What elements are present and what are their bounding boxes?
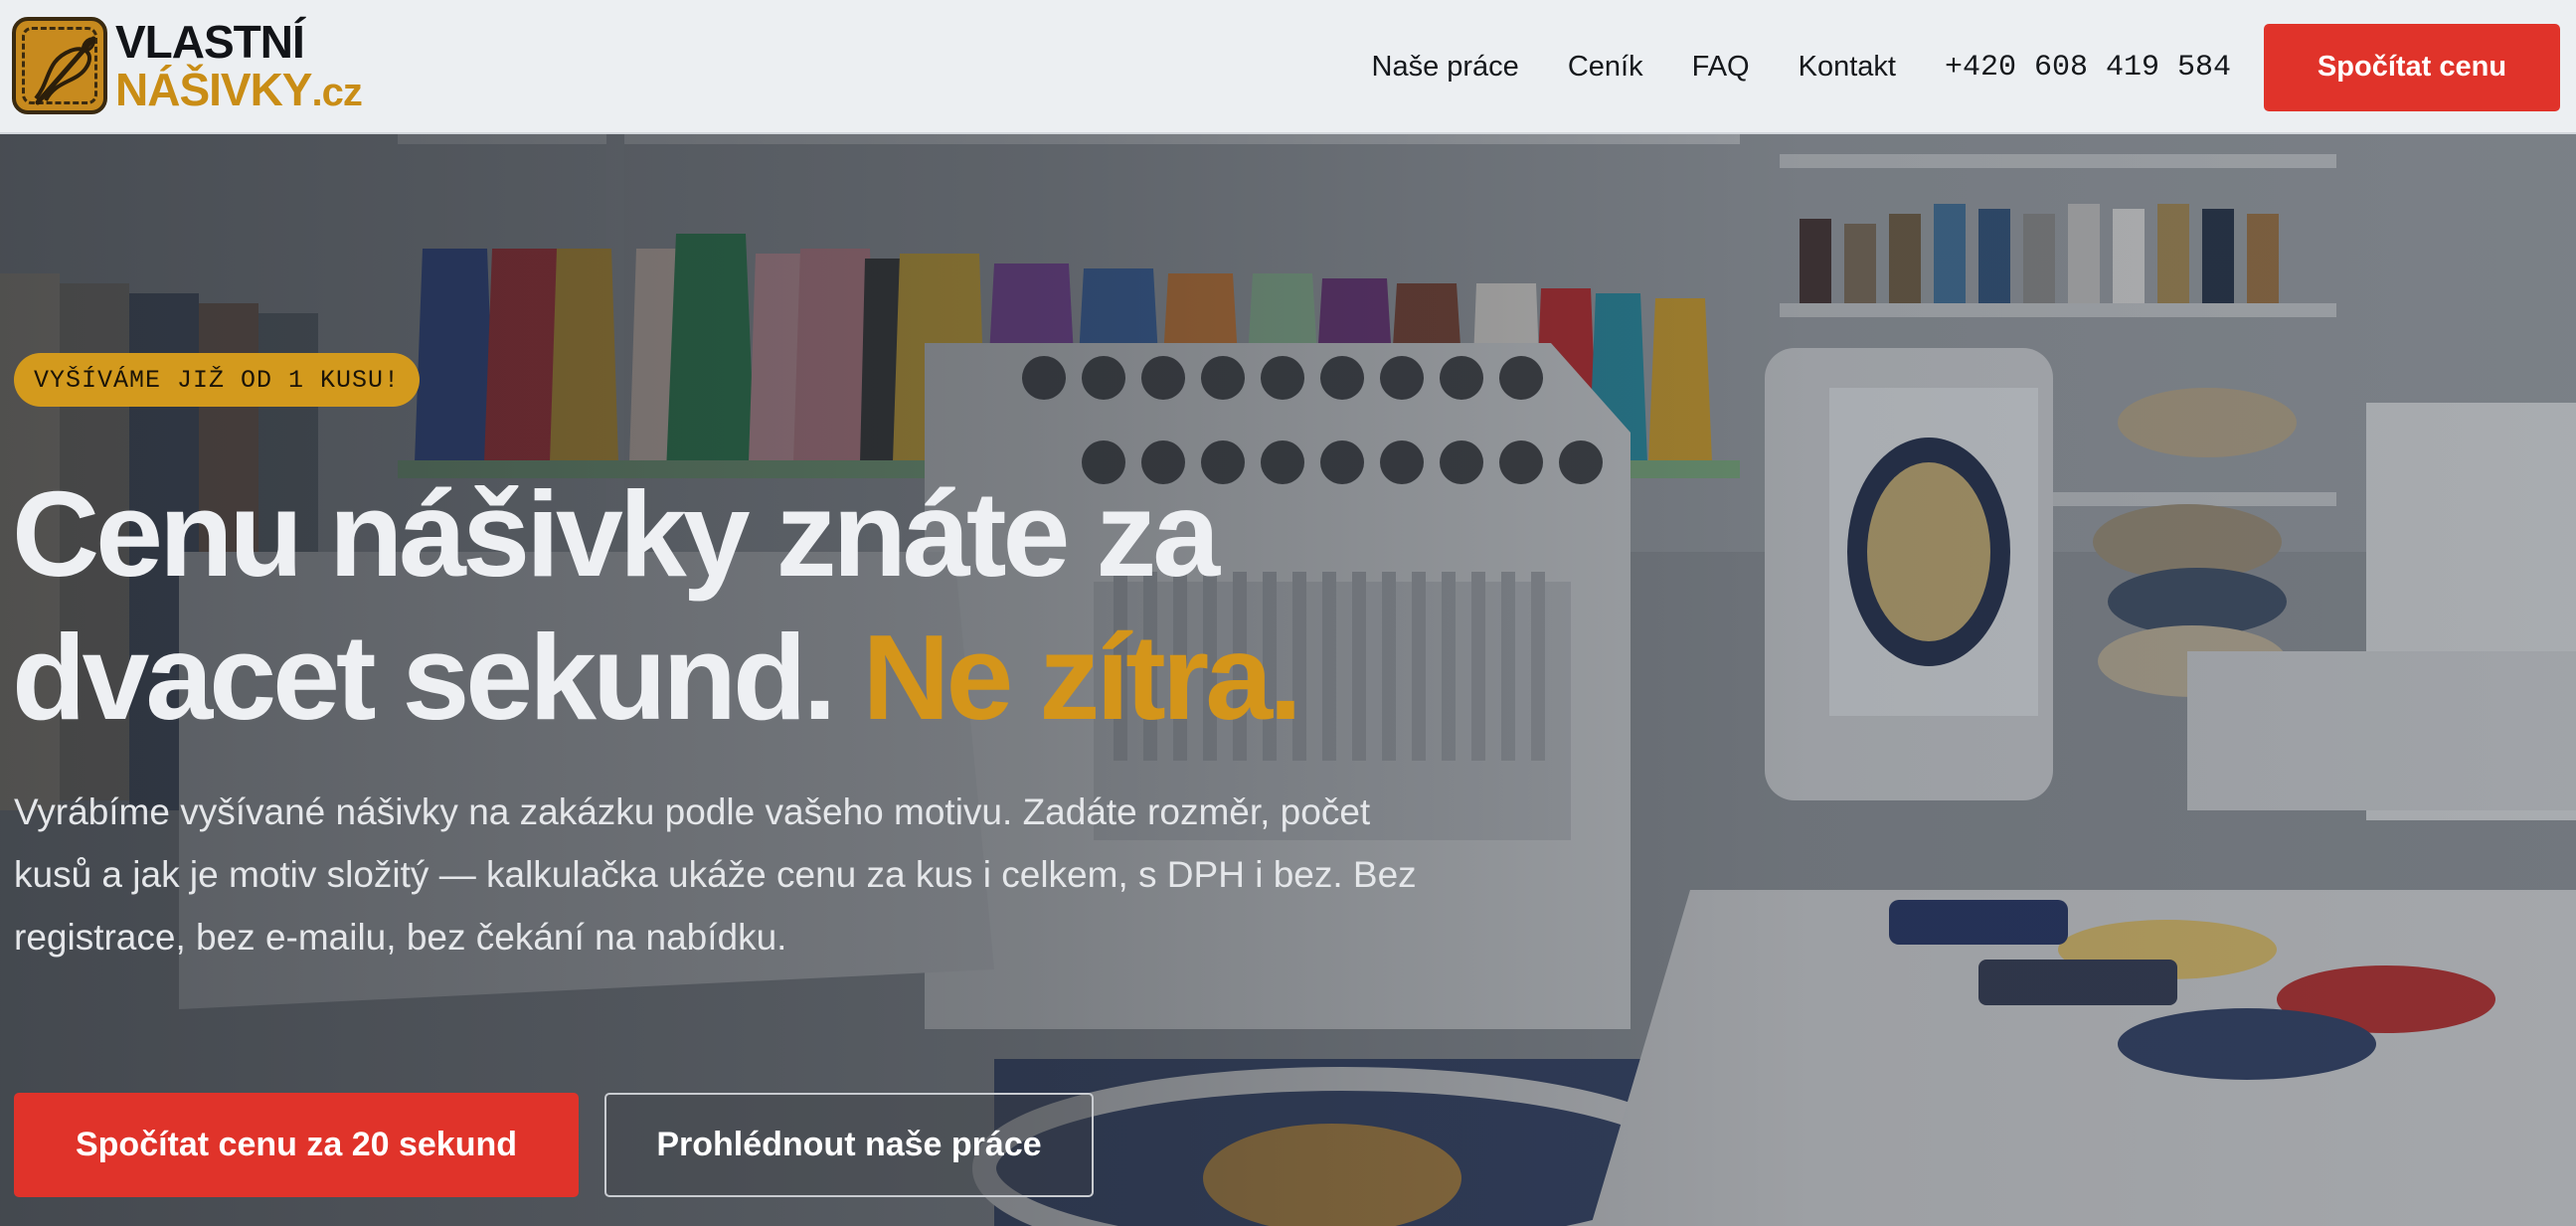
nav-link-cenik[interactable]: Ceník: [1568, 51, 1643, 84]
nav-link-nase-prace[interactable]: Naše práce: [1372, 51, 1519, 84]
nav-phone-link[interactable]: +420 608 419 584: [1945, 51, 2231, 85]
nav-link-kontakt[interactable]: Kontakt: [1799, 51, 1896, 84]
site-header: VLASTNÍ NÁŠIVKY.cz Naše práce Ceník FAQ …: [0, 0, 2576, 134]
hero-badge: VYŠÍVÁME JIŽ OD 1 KUSU!: [14, 353, 421, 407]
view-our-work-button[interactable]: Prohlédnout naše práce: [604, 1093, 1094, 1197]
site-logo[interactable]: VLASTNÍ NÁŠIVKY.cz: [12, 16, 363, 115]
hero-headline-accent: Ne zítra.: [862, 610, 1302, 745]
nav-link-faq[interactable]: FAQ: [1692, 51, 1750, 84]
hero-headline: Cenu nášivky znáte za dvacet sekund. Ne …: [12, 462, 1503, 749]
logo-tld: .cz: [311, 71, 362, 114]
main-nav: Naše práce Ceník FAQ Kontakt +420 608 41…: [1372, 0, 2576, 134]
logo-name: NÁŠIVKY: [115, 64, 312, 115]
logo-line1: VLASTNÍ: [115, 16, 305, 68]
calculate-price-button[interactable]: Spočítat cenu za 20 sekund: [14, 1093, 579, 1197]
hero-lead-text: Vyrábíme vyšívané nášivky na zakázku pod…: [14, 791, 1417, 958]
nav-calculate-price-button[interactable]: Spočítat cenu: [2264, 23, 2560, 111]
logo-line2: NÁŠIVKY.cz: [115, 64, 363, 115]
needle-thread-icon: [12, 17, 107, 114]
